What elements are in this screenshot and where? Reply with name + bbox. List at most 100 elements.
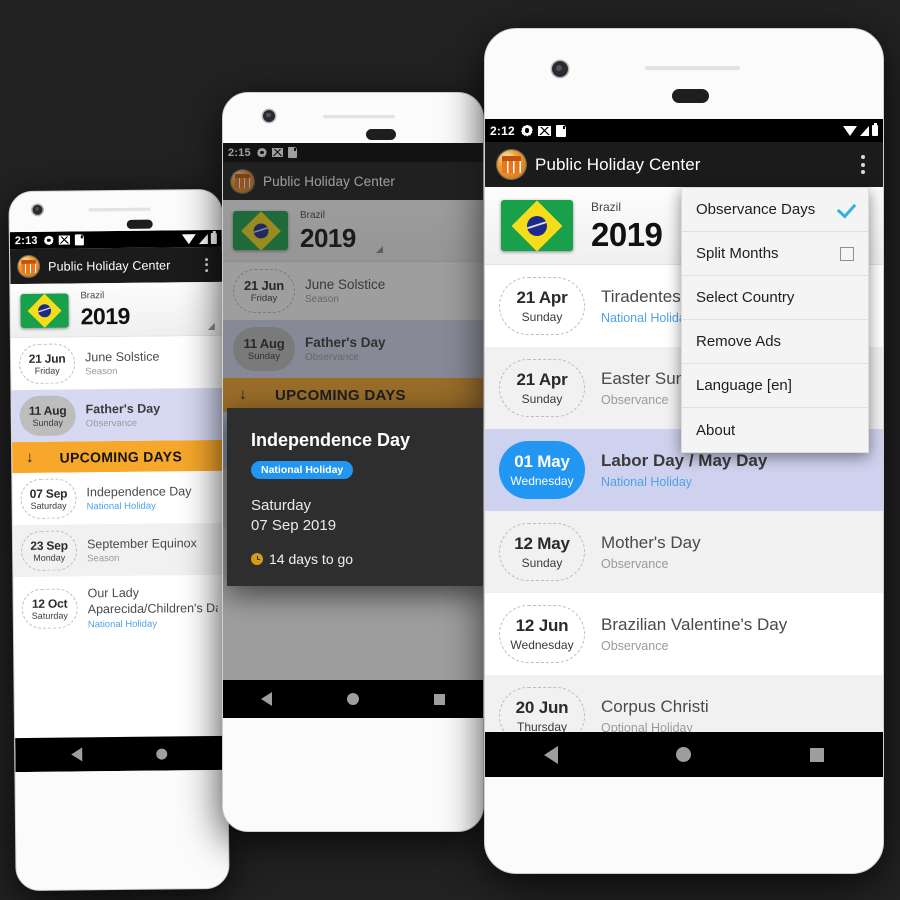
country-label-block: Brazil 2019: [80, 290, 130, 330]
wifi-icon: [843, 125, 857, 136]
row-weekday: Sunday: [521, 392, 563, 406]
row-text: Mother's Day Observance: [601, 533, 701, 571]
app-bar: Public Holiday Center: [485, 142, 883, 187]
country-label-block: Brazil 2019: [591, 201, 663, 251]
dialog-weekday: Saturday: [251, 497, 312, 514]
table-row[interactable]: 11 Aug Sunday Father's Day Observance: [11, 387, 224, 443]
date-chip: 12 Oct Saturday: [21, 588, 78, 630]
date-chip: 01 May Wednesday: [499, 441, 585, 499]
earpiece-speaker: [323, 115, 395, 118]
menu-item-split-months[interactable]: Split Months: [682, 232, 868, 276]
holiday-name: September Equinox: [86, 535, 197, 551]
row-date: 20 Jun: [515, 698, 569, 717]
menu-item-label: Remove Ads: [696, 333, 782, 350]
navigation-bar: [15, 735, 228, 773]
brazil-flag: [20, 293, 69, 328]
menu-item-remove-ads[interactable]: Remove Ads: [682, 320, 868, 364]
home-icon[interactable]: [156, 748, 168, 760]
holiday-kind: Season: [85, 365, 118, 377]
phone-left-bottom-bezel: [15, 769, 229, 892]
calendar-app-icon: [18, 255, 40, 278]
row-weekday: Sunday: [521, 310, 563, 324]
recents-icon[interactable]: [809, 747, 824, 762]
back-icon[interactable]: [260, 692, 272, 706]
country-selector[interactable]: Brazil 2019: [10, 281, 223, 339]
holiday-kind: Observance: [85, 417, 138, 429]
row-weekday: Friday: [34, 365, 60, 376]
brazil-flag: [501, 200, 573, 251]
row-weekday: Monday: [33, 552, 66, 563]
row-text: Our Lady Aparecida/Children's Day Nation…: [87, 585, 217, 631]
table-row[interactable]: 21 Jun Friday June Solstice Season: [10, 335, 224, 391]
date-chip: 12 Jun Wednesday: [499, 605, 585, 663]
home-icon[interactable]: [346, 693, 359, 705]
overflow-menu-icon[interactable]: [199, 251, 214, 277]
screenshot-root: 2:13 Public Holiday Center Brazil 2019 2…: [0, 0, 900, 900]
battery-icon: [210, 232, 217, 245]
menu-item-observance-days[interactable]: Observance Days: [682, 188, 868, 232]
front-camera-icon: [32, 204, 43, 215]
holiday-name: June Solstice: [85, 349, 160, 364]
navigation-bar: [485, 732, 883, 777]
front-camera-icon: [263, 110, 275, 122]
dialog-title: Independence Day: [251, 430, 411, 450]
gear-icon: [521, 125, 533, 137]
row-date: 12 Oct: [31, 596, 68, 611]
date-chip: 07 Sep Saturday: [20, 478, 77, 520]
status-right-icons: [181, 232, 217, 245]
spinner-caret-icon[interactable]: [207, 322, 215, 331]
holiday-kind: Season: [87, 552, 120, 564]
status-badge: National Holiday: [251, 461, 354, 479]
holiday-name: Mother's Day: [601, 533, 701, 552]
down-arrow-icon: ↓: [26, 448, 34, 466]
row-weekday: Wednesday: [510, 474, 574, 488]
holiday-name: Corpus Christi: [601, 697, 709, 716]
upcoming-days-banner: ↓ UPCOMING DAYS: [11, 439, 225, 474]
menu-item-language[interactable]: Language [en]: [682, 364, 868, 408]
menu-item-about[interactable]: About: [682, 408, 868, 452]
gear-icon: [44, 235, 54, 245]
checkbox-checked-icon[interactable]: [840, 203, 854, 217]
sensor-pill: [126, 219, 153, 229]
row-weekday: Sunday: [521, 556, 563, 570]
status-left-icons: [521, 124, 566, 137]
dialog-date: 07 Sep 2019: [251, 517, 337, 534]
holiday-kind: Observance: [601, 639, 669, 653]
status-time: 2:12: [490, 123, 515, 138]
table-row[interactable]: 23 Sep Monday September Equinox Season: [12, 522, 226, 578]
date-chip: 21 Apr Sunday: [499, 359, 585, 417]
phone-middle-bottom-bezel: [223, 718, 483, 831]
holiday-kind: National Holiday: [86, 500, 156, 512]
overflow-menu: Observance Days Split Months Select Coun…: [681, 187, 869, 453]
back-icon[interactable]: [544, 745, 559, 764]
table-row[interactable]: 12 Jun Wednesday Brazilian Valentine's D…: [485, 593, 883, 675]
row-date: 21 Apr: [516, 370, 568, 389]
row-weekday: Wednesday: [510, 638, 574, 652]
recents-icon[interactable]: [434, 693, 446, 705]
menu-item-select-country[interactable]: Select Country: [682, 276, 868, 320]
table-row[interactable]: 12 May Sunday Mother's Day Observance: [485, 511, 883, 593]
table-row[interactable]: 07 Sep Saturday Independence Day Nationa…: [12, 470, 225, 526]
phone-right-screen: 2:12 Public Holiday Center Brazil 2019 2…: [485, 119, 883, 777]
holiday-name: Independence Day: [86, 483, 192, 499]
row-date: 11 Aug: [28, 403, 67, 418]
row-text: Father's Day Observance: [86, 401, 161, 429]
year-value: 2019: [80, 302, 130, 330]
checkbox-unchecked-icon[interactable]: [840, 246, 854, 261]
sd-card-icon: [555, 124, 566, 137]
home-icon[interactable]: [676, 747, 692, 762]
row-text: Brazilian Valentine's Day Observance: [601, 615, 787, 653]
overflow-menu-icon[interactable]: [855, 149, 871, 180]
battery-icon: [872, 123, 878, 136]
calendar-app-icon: [497, 150, 526, 179]
table-row[interactable]: 12 Oct Saturday Our Lady Aparecida/Child…: [13, 574, 227, 642]
row-text: Independence Day National Holiday: [86, 484, 191, 512]
wifi-icon: [181, 233, 196, 244]
back-icon[interactable]: [71, 747, 83, 762]
row-date: 07 Sep: [29, 486, 68, 501]
sensor-pill: [672, 89, 709, 103]
front-camera-icon: [552, 61, 568, 77]
holiday-name: Brazilian Valentine's Day: [601, 615, 788, 634]
row-date: 23 Sep: [30, 538, 68, 553]
phone-left-screen: 2:13 Public Holiday Center Brazil 2019 2…: [9, 229, 228, 773]
